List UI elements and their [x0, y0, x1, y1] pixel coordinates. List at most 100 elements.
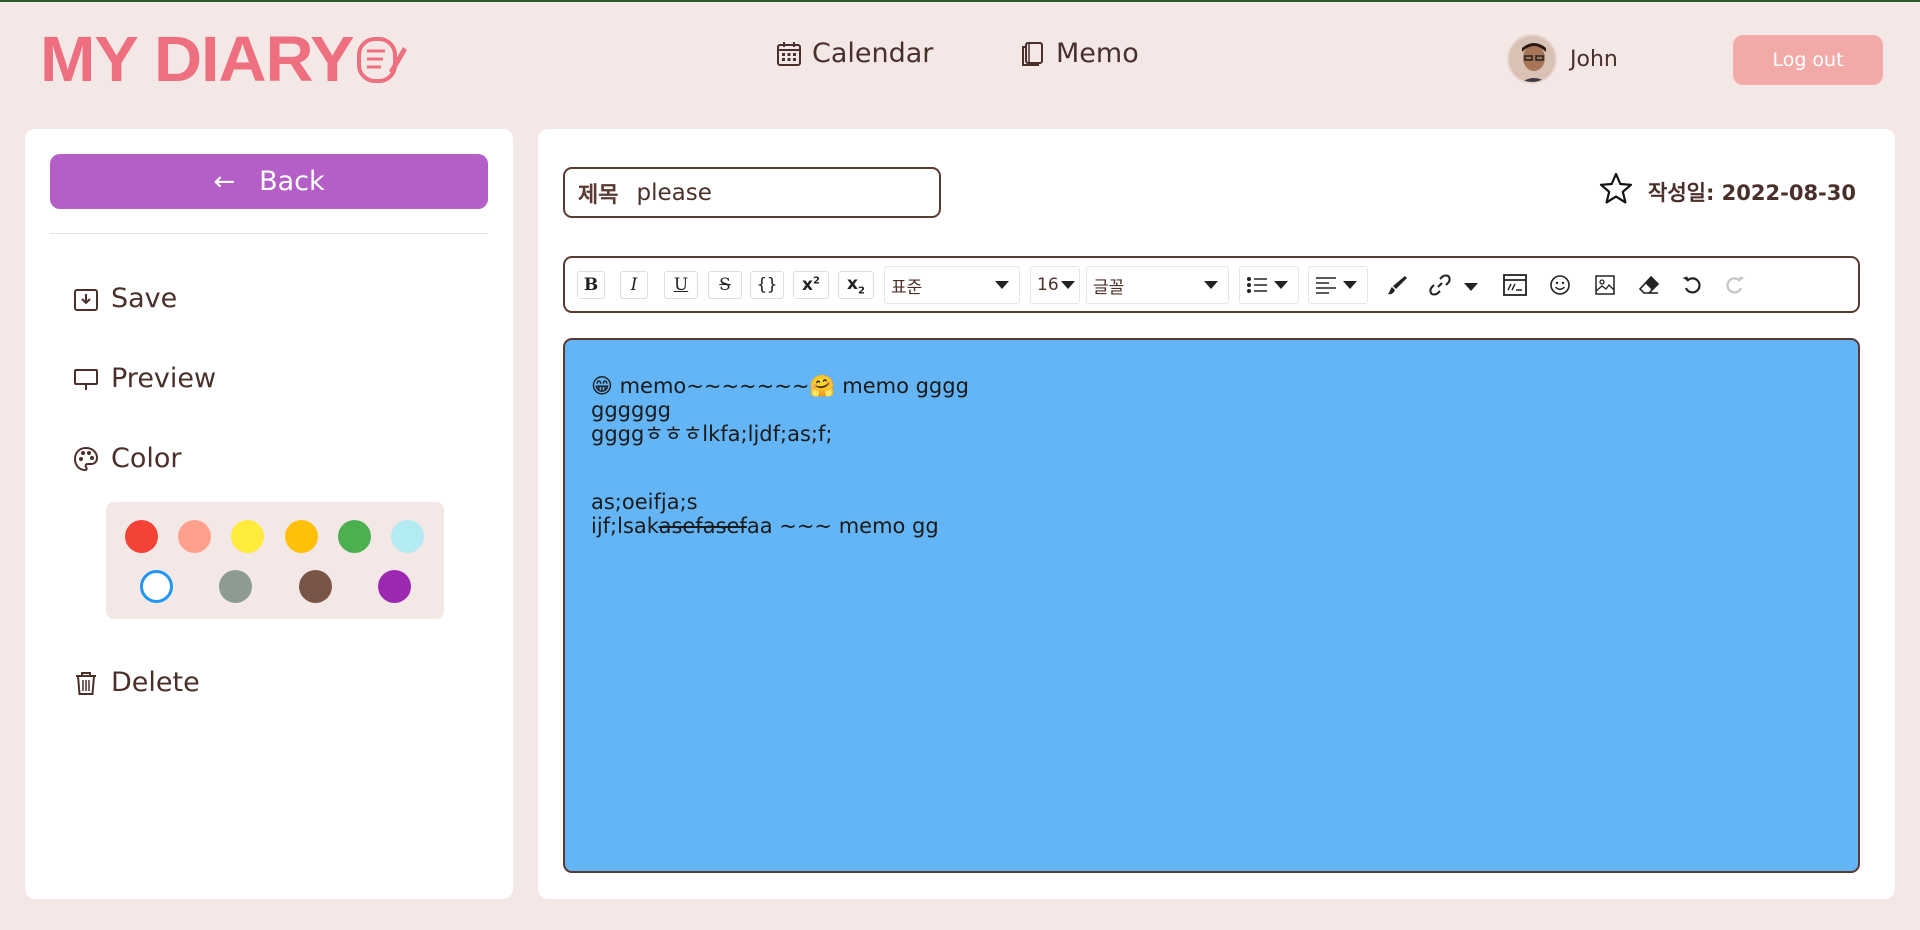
sidebar-item-label: Delete — [111, 667, 200, 698]
diary-logo-icon — [357, 37, 408, 83]
italic-button[interactable]: I — [620, 271, 648, 299]
code-block-button[interactable]: {} — [750, 271, 784, 299]
undo-icon — [1682, 276, 1701, 294]
user-name: John — [1570, 46, 1618, 72]
code-view-icon — [1503, 274, 1527, 296]
user-profile[interactable]: John — [1507, 34, 1618, 84]
subscript-icon: x2 — [847, 273, 865, 297]
html-source-button[interactable] — [1499, 271, 1531, 299]
strikethrough-text: asefasef — [658, 514, 747, 538]
redo-button[interactable] — [1719, 271, 1751, 299]
content-line: ggggㅎㅎㅎlkfa;ljdf;as;f; — [591, 422, 833, 446]
avatar[interactable] — [1507, 34, 1557, 84]
app-logo[interactable]: MY DIARY — [40, 23, 408, 95]
title-label: 제목 — [578, 182, 619, 208]
save-icon — [74, 288, 98, 311]
palette-icon — [73, 446, 99, 471]
content-line: 😁 memo~~~~~~~🤗 memo gggg — [591, 374, 1832, 398]
content-line — [591, 446, 1832, 490]
format-select-value: 표준 — [891, 277, 923, 298]
nav-calendar[interactable]: Calendar — [776, 38, 933, 69]
content-text: aa ~~~ memo gg — [746, 514, 939, 538]
content-line: ijf;lsakasefasefaa ~~~ memo gg — [591, 514, 1832, 538]
color-swatch-red[interactable] — [125, 520, 158, 553]
text-color-button[interactable] — [1382, 271, 1412, 299]
logo-text: MY DIARY — [40, 23, 354, 95]
nav-memo-label: Memo — [1056, 38, 1139, 69]
superscript-button[interactable]: x2 — [793, 271, 829, 299]
align-select[interactable] — [1308, 266, 1368, 304]
color-swatch-green[interactable] — [338, 520, 371, 553]
clear-format-button[interactable] — [1633, 271, 1665, 299]
notebook-icon — [1022, 41, 1043, 66]
arrow-left-icon: ← — [213, 166, 236, 197]
font-family-select[interactable]: 글꼴 — [1086, 266, 1229, 304]
star-icon[interactable] — [1598, 171, 1634, 207]
image-button[interactable] — [1589, 271, 1621, 299]
eraser-icon — [1638, 275, 1660, 294]
content-line: as;oeifja;s — [591, 490, 698, 514]
sidebar-divider — [50, 233, 488, 234]
editor-panel: 제목 작성일: 2022-08-30 B I U S {} x2 x2 표준 1… — [538, 129, 1895, 899]
editor-content[interactable]: 😁 memo~~~~~~~🤗 memo gggg gggggg ggggㅎㅎㅎl… — [563, 338, 1860, 873]
editor-toolbar: B I U S {} x2 x2 표준 16 글꼴 — [563, 256, 1860, 313]
smile-icon — [1550, 275, 1570, 295]
content-text: 😁 memo~~~~~~~ — [591, 374, 810, 398]
strikethrough-button[interactable]: S — [708, 271, 742, 299]
color-swatch-light-cyan[interactable] — [391, 520, 424, 553]
link-dropdown-caret[interactable] — [1464, 283, 1478, 291]
font-family-value: 글꼴 — [1093, 277, 1125, 298]
back-button-label: Back — [259, 166, 325, 197]
format-select[interactable]: 표준 — [884, 266, 1020, 304]
image-icon — [1595, 275, 1615, 295]
sidebar-item-preview[interactable]: Preview — [73, 363, 216, 394]
chevron-down-icon — [1343, 281, 1357, 289]
redo-icon — [1726, 276, 1745, 294]
back-button[interactable]: ← Back — [50, 154, 488, 209]
color-swatch-salmon[interactable] — [178, 520, 211, 553]
brush-icon — [1388, 276, 1407, 295]
nav-memo[interactable]: Memo — [1020, 38, 1139, 69]
color-swatch-yellow[interactable] — [231, 520, 264, 553]
top-header: MY DIARY Calendar Memo John Log out — [0, 2, 1920, 117]
color-swatch-amber[interactable] — [285, 520, 318, 553]
avatar-image — [1509, 36, 1555, 82]
color-swatch-gray[interactable] — [219, 570, 252, 603]
link-button[interactable] — [1423, 271, 1457, 299]
sidebar-item-label: Preview — [111, 363, 217, 394]
title-field[interactable]: 제목 — [563, 167, 941, 218]
trash-icon — [76, 671, 96, 695]
content-text: 🤗 memo gggg — [809, 374, 969, 398]
sidebar: ← Back Save Preview Color Delete — [25, 129, 513, 899]
chevron-down-icon — [1204, 281, 1218, 289]
content-line: gggggg — [591, 398, 671, 422]
calendar-icon — [777, 41, 801, 66]
chevron-down-icon — [995, 281, 1009, 289]
color-swatch-blue-selected[interactable] — [140, 570, 173, 603]
font-size-select[interactable]: 16 — [1030, 266, 1080, 304]
color-swatch-brown[interactable] — [299, 570, 332, 603]
emoji-button[interactable] — [1544, 271, 1576, 299]
preview-icon — [74, 368, 98, 390]
undo-button[interactable] — [1676, 271, 1708, 299]
color-swatch-purple[interactable] — [378, 570, 411, 603]
list-select[interactable] — [1239, 266, 1299, 304]
created-date: 작성일: 2022-08-30 — [1648, 181, 1856, 205]
sidebar-item-color[interactable]: Color — [73, 443, 182, 474]
font-size-value: 16 — [1037, 275, 1059, 295]
content-text: ijf;lsak — [591, 514, 659, 538]
align-left-icon — [1316, 277, 1336, 294]
superscript-icon: x2 — [802, 275, 820, 295]
subscript-button[interactable]: x2 — [838, 271, 874, 299]
chevron-down-icon — [1274, 281, 1288, 289]
chevron-down-icon — [1061, 281, 1075, 289]
logout-button[interactable]: Log out — [1733, 35, 1883, 85]
title-input[interactable] — [636, 179, 897, 206]
nav-calendar-label: Calendar — [812, 38, 934, 69]
sidebar-item-save[interactable]: Save — [73, 283, 177, 314]
underline-button[interactable]: U — [664, 271, 698, 299]
bold-button[interactable]: B — [577, 271, 605, 299]
link-icon — [1429, 274, 1451, 296]
sidebar-item-label: Color — [111, 443, 182, 474]
sidebar-item-delete[interactable]: Delete — [73, 667, 200, 698]
